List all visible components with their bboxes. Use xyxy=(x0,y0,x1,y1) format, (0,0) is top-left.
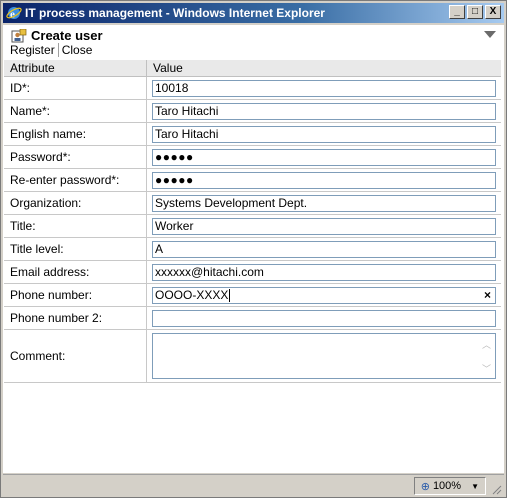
reenter-password-field[interactable]: ●●●●● xyxy=(152,171,496,189)
table-row: Password*: ●●●●● xyxy=(4,145,501,169)
resize-grip-icon[interactable] xyxy=(490,483,502,495)
chevron-down-icon[interactable]: ▼ xyxy=(471,482,479,491)
text-cursor xyxy=(229,288,231,302)
browser-window: e IT process management - Windows Intern… xyxy=(0,0,507,498)
password-field[interactable]: ●●●●● xyxy=(152,148,496,166)
table-row: Phone number: OOOO-XXXX × xyxy=(4,283,501,307)
scroll-down-icon[interactable]: ﹀ xyxy=(482,362,491,375)
id-field[interactable]: 10018 xyxy=(152,79,496,97)
window-controls: _ □ X xyxy=(447,5,501,19)
page-title: Create user xyxy=(11,28,103,43)
phone-number-2-label: Phone number 2: xyxy=(4,306,147,330)
clear-icon[interactable]: × xyxy=(484,288,491,303)
value-column-header: Value xyxy=(146,60,501,77)
title-bar: e IT process management - Windows Intern… xyxy=(3,3,504,23)
table-row: Name*: Taro Hitachi xyxy=(4,99,501,123)
reenter-password-value: ●●●●● xyxy=(155,172,194,187)
table-row: English name: Taro Hitachi xyxy=(4,122,501,146)
password-label: Password*: xyxy=(4,145,147,169)
reenter-password-label: Re-enter password*: xyxy=(4,168,147,192)
email-address-field[interactable]: xxxxxx@hitachi.com xyxy=(152,263,496,281)
name-label: Name*: xyxy=(4,99,147,123)
comment-textarea[interactable]: ︿ ﹀ xyxy=(152,333,496,379)
table-row: Title level: A xyxy=(4,237,501,261)
phone-number-value: OOOO-XXXX xyxy=(155,287,229,302)
table-row: Organization: Systems Development Dept. xyxy=(4,191,501,215)
zoom-level: 100% xyxy=(432,480,462,492)
table-header-row: Attribute Value xyxy=(4,60,501,77)
internet-explorer-icon: e xyxy=(6,7,22,21)
table-row: Email address: xxxxxx@hitachi.com xyxy=(4,260,501,284)
close-icon: X xyxy=(489,6,497,17)
table-row: ID*: 10018 xyxy=(4,76,501,100)
id-value: 10018 xyxy=(155,80,189,95)
page-content: Create user Register Close Attribute Val… xyxy=(3,25,504,473)
name-field[interactable]: Taro Hitachi xyxy=(152,102,496,120)
table-row: Title: Worker xyxy=(4,214,501,238)
title-value: Worker xyxy=(155,218,194,233)
id-label: ID*: xyxy=(4,76,147,100)
minimize-icon: _ xyxy=(454,6,460,17)
table-row: Re-enter password*: ●●●●● xyxy=(4,168,501,192)
phone-number-2-field[interactable] xyxy=(152,309,496,327)
title-level-value: A xyxy=(155,241,164,256)
table-row: Phone number 2: xyxy=(4,306,501,330)
email-address-value: xxxxxx@hitachi.com xyxy=(155,264,264,279)
title-level-field[interactable]: A xyxy=(152,240,496,258)
english-name-value: Taro Hitachi xyxy=(155,126,219,141)
attribute-column-header: Attribute xyxy=(4,60,147,77)
register-button[interactable]: Register xyxy=(7,43,59,57)
title-field[interactable]: Worker xyxy=(152,217,496,235)
organization-label: Organization: xyxy=(4,191,147,215)
organization-value: Systems Development Dept. xyxy=(155,195,308,210)
zoom-control[interactable]: ⊕ 100% ▼ xyxy=(413,477,486,495)
toolbar: Register Close xyxy=(7,43,95,57)
phone-number-field[interactable]: OOOO-XXXX × xyxy=(152,286,496,304)
password-value: ●●●●● xyxy=(155,149,194,164)
title-label: Title: xyxy=(4,214,147,238)
maximize-button[interactable]: □ xyxy=(467,5,483,19)
title-level-label: Title level: xyxy=(4,237,147,261)
organization-field[interactable]: Systems Development Dept. xyxy=(152,194,496,212)
english-name-label: English name: xyxy=(4,122,147,146)
collapse-arrow-icon[interactable] xyxy=(484,31,496,38)
name-value: Taro Hitachi xyxy=(155,103,219,118)
close-button[interactable]: Close xyxy=(59,43,96,57)
magnifier-icon: ⊕ xyxy=(420,480,430,493)
phone-number-label: Phone number: xyxy=(4,283,147,307)
status-bar: ⊕ 100% ▼ xyxy=(3,474,504,497)
minimize-button[interactable]: _ xyxy=(449,5,465,19)
create-user-icon xyxy=(11,28,27,42)
page-heading: Create user xyxy=(31,28,103,43)
user-attributes-table: Attribute Value ID*: 10018 Name*: Taro H… xyxy=(4,60,501,383)
window-title: IT process management - Windows Internet… xyxy=(25,6,325,20)
table-row: Comment: ︿ ﹀ xyxy=(4,329,501,383)
email-address-label: Email address: xyxy=(4,260,147,284)
comment-label: Comment: xyxy=(4,329,147,383)
page-header: Create user Register Close xyxy=(3,25,504,59)
maximize-icon: □ xyxy=(471,6,479,17)
scroll-up-icon[interactable]: ︿ xyxy=(482,338,491,351)
english-name-field[interactable]: Taro Hitachi xyxy=(152,125,496,143)
close-window-button[interactable]: X xyxy=(485,5,501,19)
